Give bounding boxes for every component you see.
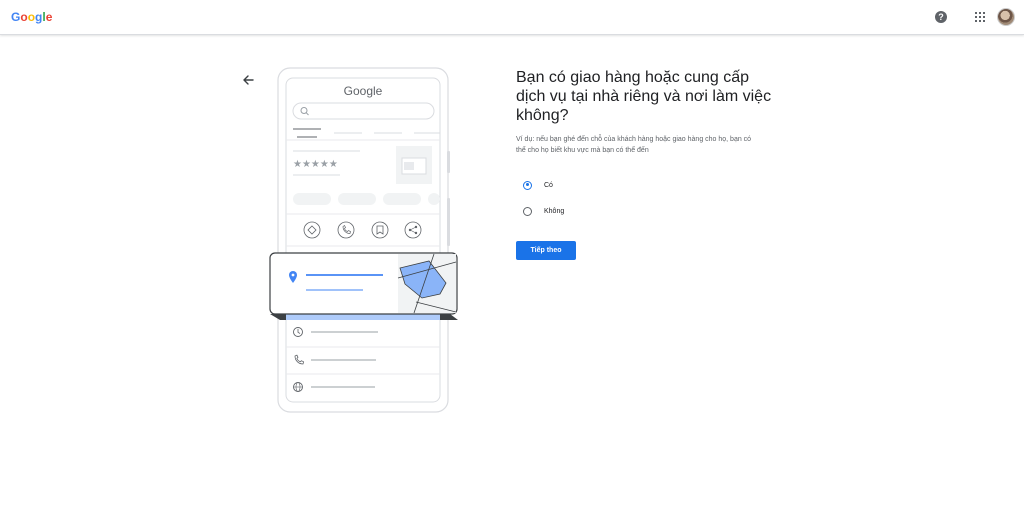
top-app-bar: Google ? [0,0,1024,35]
call-icon [337,221,355,239]
apps-grid-icon[interactable] [975,12,985,22]
option-no[interactable]: Không [523,204,564,218]
option-no-label: Không [544,207,565,215]
help-icon[interactable]: ? [935,11,947,23]
google-logo[interactable]: Google [11,10,52,24]
logo-letter: e [45,10,53,24]
logo-letter: G [11,10,21,24]
illustration-brand: Google [344,84,383,98]
option-yes[interactable]: Có [523,178,553,192]
logo-letter: g [35,10,43,24]
radio-no[interactable] [523,206,532,216]
option-yes-label: Có [544,181,553,189]
page-title: Bạn có giao hàng hoặc cung cấp dịch vụ t… [516,69,772,124]
logo-letter: o [20,10,28,24]
service-area-map [397,253,457,314]
radio-yes[interactable] [523,180,532,190]
business-profile-illustration: Google ★★★★★ [269,67,458,413]
svg-text:★★★★★: ★★★★★ [293,159,338,170]
logo-letter: o [27,10,36,24]
next-button[interactable]: Tiếp theo [516,241,576,260]
back-arrow-icon[interactable] [241,73,255,87]
share-icon [404,221,422,239]
bookmark-icon [371,221,389,239]
store-icon [396,146,432,184]
account-avatar[interactable] [997,8,1015,26]
page-subtitle: Ví dụ: nếu bạn ghé đến chỗ của khách hàn… [516,136,752,154]
directions-icon [303,221,321,239]
